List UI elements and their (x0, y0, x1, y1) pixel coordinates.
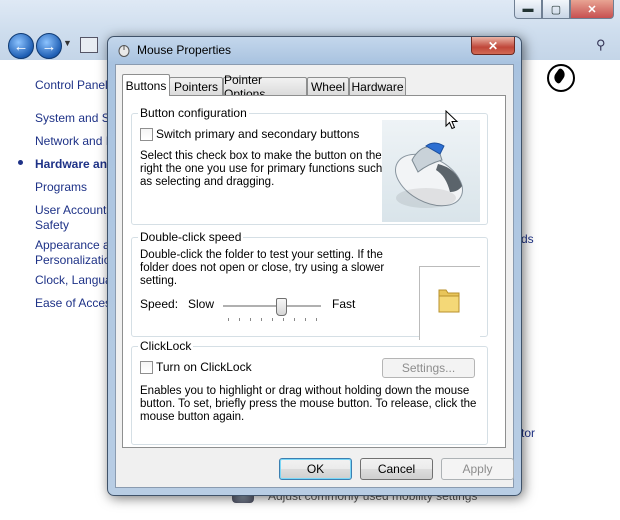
double-click-speed-slider-track[interactable] (223, 305, 321, 308)
slider-tick (305, 318, 306, 321)
double-click-description-line: setting. (140, 275, 178, 287)
speed-label: Speed: (140, 297, 179, 311)
apply-button[interactable]: Apply (441, 458, 514, 480)
clicklock-group: ClickLock Turn on ClickLock Settings... … (131, 339, 488, 445)
clicklock-settings-button[interactable]: Settings... (382, 358, 475, 378)
tab-pointer-options[interactable]: Pointer Options (223, 73, 307, 101)
dialog-close-button[interactable]: ✕ (471, 37, 515, 55)
minimize-button[interactable]: ▬ (514, 0, 542, 19)
button-config-description-line: as selecting and dragging. (140, 176, 275, 188)
slider-tick (239, 318, 240, 321)
tab-pointers[interactable]: Pointers (169, 77, 223, 95)
mouse-pointer-icon (445, 110, 459, 130)
switch-buttons-label[interactable]: Switch primary and secondary buttons (156, 128, 359, 141)
cancel-button[interactable]: Cancel (360, 458, 433, 480)
group-title: Button configuration (138, 106, 249, 120)
tab-wheel[interactable]: Wheel (307, 77, 349, 95)
control-panel-address-icon (80, 37, 98, 53)
group-title: ClickLock (138, 339, 194, 353)
slider-tick (261, 318, 262, 321)
maximize-button[interactable]: ▢ (542, 0, 570, 19)
button-config-description-line: Select this check box to make the button… (140, 150, 382, 162)
clicklock-description-line: mouse button again. (140, 411, 245, 423)
slow-label: Slow (188, 297, 215, 311)
sidebar: Control Panel Home System and Security N… (0, 62, 112, 520)
sidebar-item-control-panel-home[interactable]: Control Panel Home (35, 78, 111, 92)
ok-button[interactable]: OK (279, 458, 352, 480)
slider-tick (294, 318, 295, 321)
active-bullet-icon (18, 160, 23, 165)
button-configuration-group: Button configuration Switch primary and … (131, 106, 488, 225)
switch-buttons-checkbox[interactable] (140, 128, 153, 141)
double-click-description-line: folder does not open or close, try using… (140, 262, 385, 274)
group-title: Double-click speed (138, 230, 244, 244)
forward-arrow-icon[interactable]: → (36, 33, 62, 59)
button-config-description-line: right the one you use for primary functi… (140, 163, 383, 175)
clicklock-label[interactable]: Turn on ClickLock (156, 361, 252, 374)
buttons-tab-page: Button configuration Switch primary and … (122, 95, 506, 448)
double-click-description-line: Double-click the folder to test your set… (140, 249, 383, 261)
tab-hardware[interactable]: Hardware (349, 77, 406, 95)
clicklock-checkbox[interactable] (140, 361, 153, 374)
sidebar-item-network[interactable]: Network and Internet (35, 134, 111, 148)
sidebar-item-user-accounts[interactable]: User Accounts and Family (35, 203, 111, 217)
sidebar-item-appearance[interactable]: Appearance and (35, 238, 111, 252)
window-caption-buttons: ▬ ▢ ✕ (514, 0, 614, 19)
clicklock-description-line: button. To set, briefly press the mouse … (140, 398, 477, 410)
slider-tick (250, 318, 251, 321)
back-arrow-icon[interactable]: ← (8, 33, 34, 59)
slider-tick (283, 318, 284, 321)
double-click-speed-group: Double-click speed Double-click the fold… (131, 230, 488, 340)
sidebar-item-personalization[interactable]: Personalization (35, 253, 111, 267)
recent-pages-dropdown-icon[interactable]: ▼ (63, 38, 72, 48)
tab-buttons[interactable]: Buttons (122, 74, 170, 96)
test-folder-area[interactable] (419, 266, 480, 340)
help-icon[interactable] (547, 64, 575, 92)
sidebar-item-programs[interactable]: Programs (35, 180, 111, 194)
sidebar-item-hardware-sound[interactable]: Hardware and Sound (35, 157, 111, 171)
sidebar-item-clock-language[interactable]: Clock, Language, and Region (35, 273, 111, 287)
slider-tick (228, 318, 229, 321)
sidebar-item-ease-of-access[interactable]: Ease of Access (35, 296, 111, 310)
slider-tick (272, 318, 273, 321)
fast-label: Fast (332, 297, 356, 311)
mouse-icon (118, 45, 130, 57)
background-link-fragment-2[interactable]: tor (521, 426, 535, 440)
mouse-illustration (382, 120, 480, 222)
clicklock-description-line: Enables you to highlight or drag without… (140, 385, 470, 397)
double-click-speed-slider-thumb[interactable] (276, 298, 287, 316)
search-icon[interactable]: ⚲ (596, 37, 606, 53)
slider-tick (316, 318, 317, 321)
mouse-properties-dialog: Mouse Properties ✕ Buttons Pointers Poin… (107, 36, 522, 496)
dialog-title: Mouse Properties (137, 43, 232, 57)
folder-icon[interactable] (437, 286, 461, 314)
close-window-button[interactable]: ✕ (570, 0, 614, 19)
sidebar-item-safety[interactable]: Safety (35, 218, 111, 232)
sidebar-item-system-security[interactable]: System and Security (35, 111, 111, 125)
background-link-fragment[interactable]: ds (521, 232, 534, 246)
